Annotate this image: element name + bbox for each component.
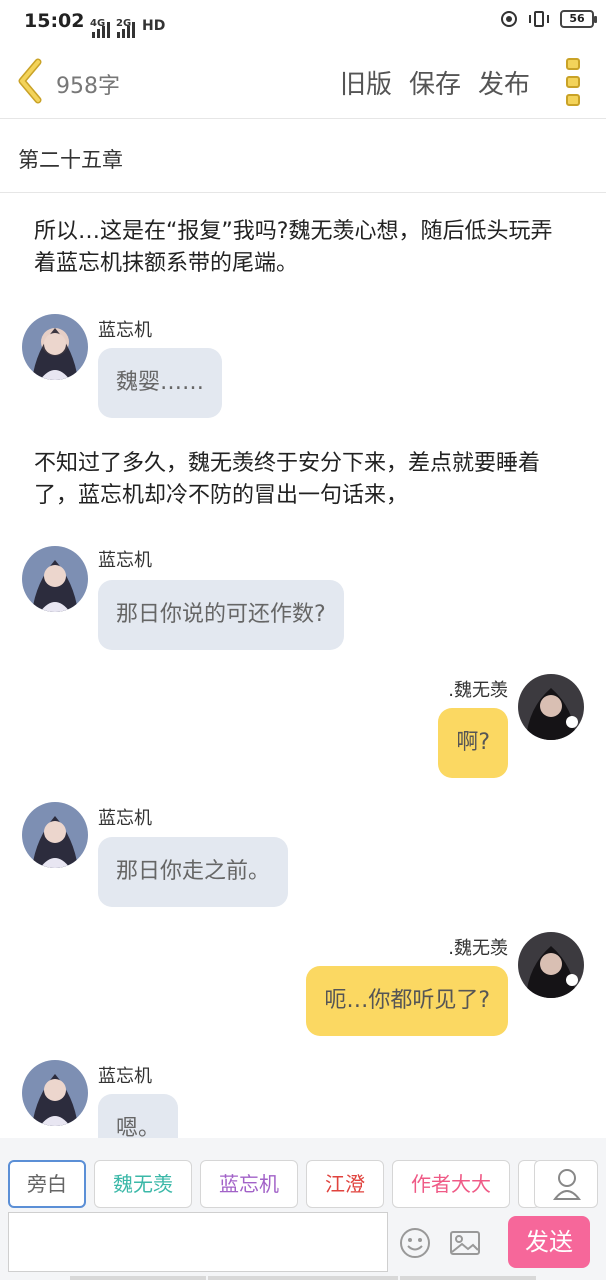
character-chip-jiangcheng[interactable]: 江澄 xyxy=(306,1160,384,1208)
sender-name: 蓝忘机 xyxy=(98,1066,152,1087)
story-content[interactable]: 所以…这是在“报复”我吗?魏无羡心想，随后低头玩弄着蓝忘机抹额系带的尾端。 蓝忘… xyxy=(0,194,606,1138)
hd-label: HD xyxy=(142,18,166,34)
character-chip-lanwangji[interactable]: 蓝忘机 xyxy=(200,1160,298,1208)
avatar-lanwangji[interactable] xyxy=(22,802,88,868)
message-bubble[interactable]: 呃…你都听见了? xyxy=(306,966,508,1036)
avatar-lanwangji[interactable] xyxy=(22,314,88,380)
sender-name: 蓝忘机 xyxy=(98,320,152,341)
character-selector: 旁白 魏无羡 蓝忘机 江澄 作者大大 xyxy=(0,1138,606,1210)
more-dot-icon xyxy=(566,76,580,88)
save-button[interactable]: 保存 xyxy=(409,64,461,101)
signal-icon xyxy=(92,22,110,38)
status-right: 56 xyxy=(500,10,597,28)
message-bubble[interactable]: 那日你说的可还作数? xyxy=(98,580,344,650)
chapter-title: 第二十五章 xyxy=(18,148,123,172)
sender-name: .魏无羡 xyxy=(448,680,508,701)
image-icon[interactable] xyxy=(448,1226,482,1260)
nav-indicator xyxy=(70,1276,206,1280)
word-count: 958字 xyxy=(56,74,120,99)
signal-icon-2 xyxy=(117,22,135,38)
publish-button[interactable]: 发布 xyxy=(478,64,530,101)
alarm-icon xyxy=(501,11,517,27)
message-bubble[interactable]: 嗯。 xyxy=(98,1094,179,1138)
avatar-lanwangji[interactable] xyxy=(22,546,88,612)
nav-indicator xyxy=(400,1276,536,1280)
nav-indicator xyxy=(208,1276,398,1280)
narration-text[interactable]: 所以…这是在“报复”我吗?魏无羡心想，随后低头玩弄着蓝忘机抹额系带的尾端。 xyxy=(34,216,574,280)
narration-text[interactable]: 不知过了多久，魏无羡终于安分下来，差点就要睡着了，蓝忘机却冷不防的冒出一句话来， xyxy=(34,448,574,512)
avatar-weiwuxian[interactable] xyxy=(518,932,584,998)
back-chevron-icon[interactable] xyxy=(14,58,48,104)
avatar-lanwangji[interactable] xyxy=(22,1060,88,1126)
vibrate-icon xyxy=(529,11,549,27)
composer-bar: 发送 xyxy=(0,1210,606,1280)
sender-name: 蓝忘机 xyxy=(98,550,152,571)
chapter-title-row[interactable]: 第二十五章 xyxy=(0,120,606,193)
more-dot-icon xyxy=(566,94,580,106)
old-version-button[interactable]: 旧版 xyxy=(340,64,392,101)
person-icon xyxy=(552,1169,582,1200)
more-dot-icon xyxy=(566,58,580,70)
message-bubble[interactable]: 那日你走之前。 xyxy=(98,837,289,907)
character-chip-narrator[interactable]: 旁白 xyxy=(8,1160,86,1208)
sender-name: .魏无羡 xyxy=(448,938,508,959)
avatar-weiwuxian[interactable] xyxy=(518,674,584,740)
message-bubble[interactable]: 啊? xyxy=(438,708,508,778)
send-button[interactable]: 发送 xyxy=(508,1216,590,1268)
message-input[interactable] xyxy=(8,1212,388,1272)
more-menu-button[interactable] xyxy=(566,58,582,106)
sender-name: 蓝忘机 xyxy=(98,808,152,829)
status-time: 15:02 xyxy=(24,10,85,32)
add-character-button[interactable] xyxy=(534,1160,598,1208)
battery-indicator: 56 xyxy=(560,10,597,28)
status-bar: 15:02 4G 2G HD 56 xyxy=(0,0,606,44)
message-bubble[interactable]: 魏婴…… xyxy=(98,348,223,418)
character-chip-author[interactable]: 作者大大 xyxy=(392,1160,510,1208)
editor-header: 958字 旧版 保存 发布 xyxy=(0,44,606,119)
emoji-icon[interactable] xyxy=(398,1226,432,1260)
character-chip-weiwuxian[interactable]: 魏无羡 xyxy=(94,1160,192,1208)
